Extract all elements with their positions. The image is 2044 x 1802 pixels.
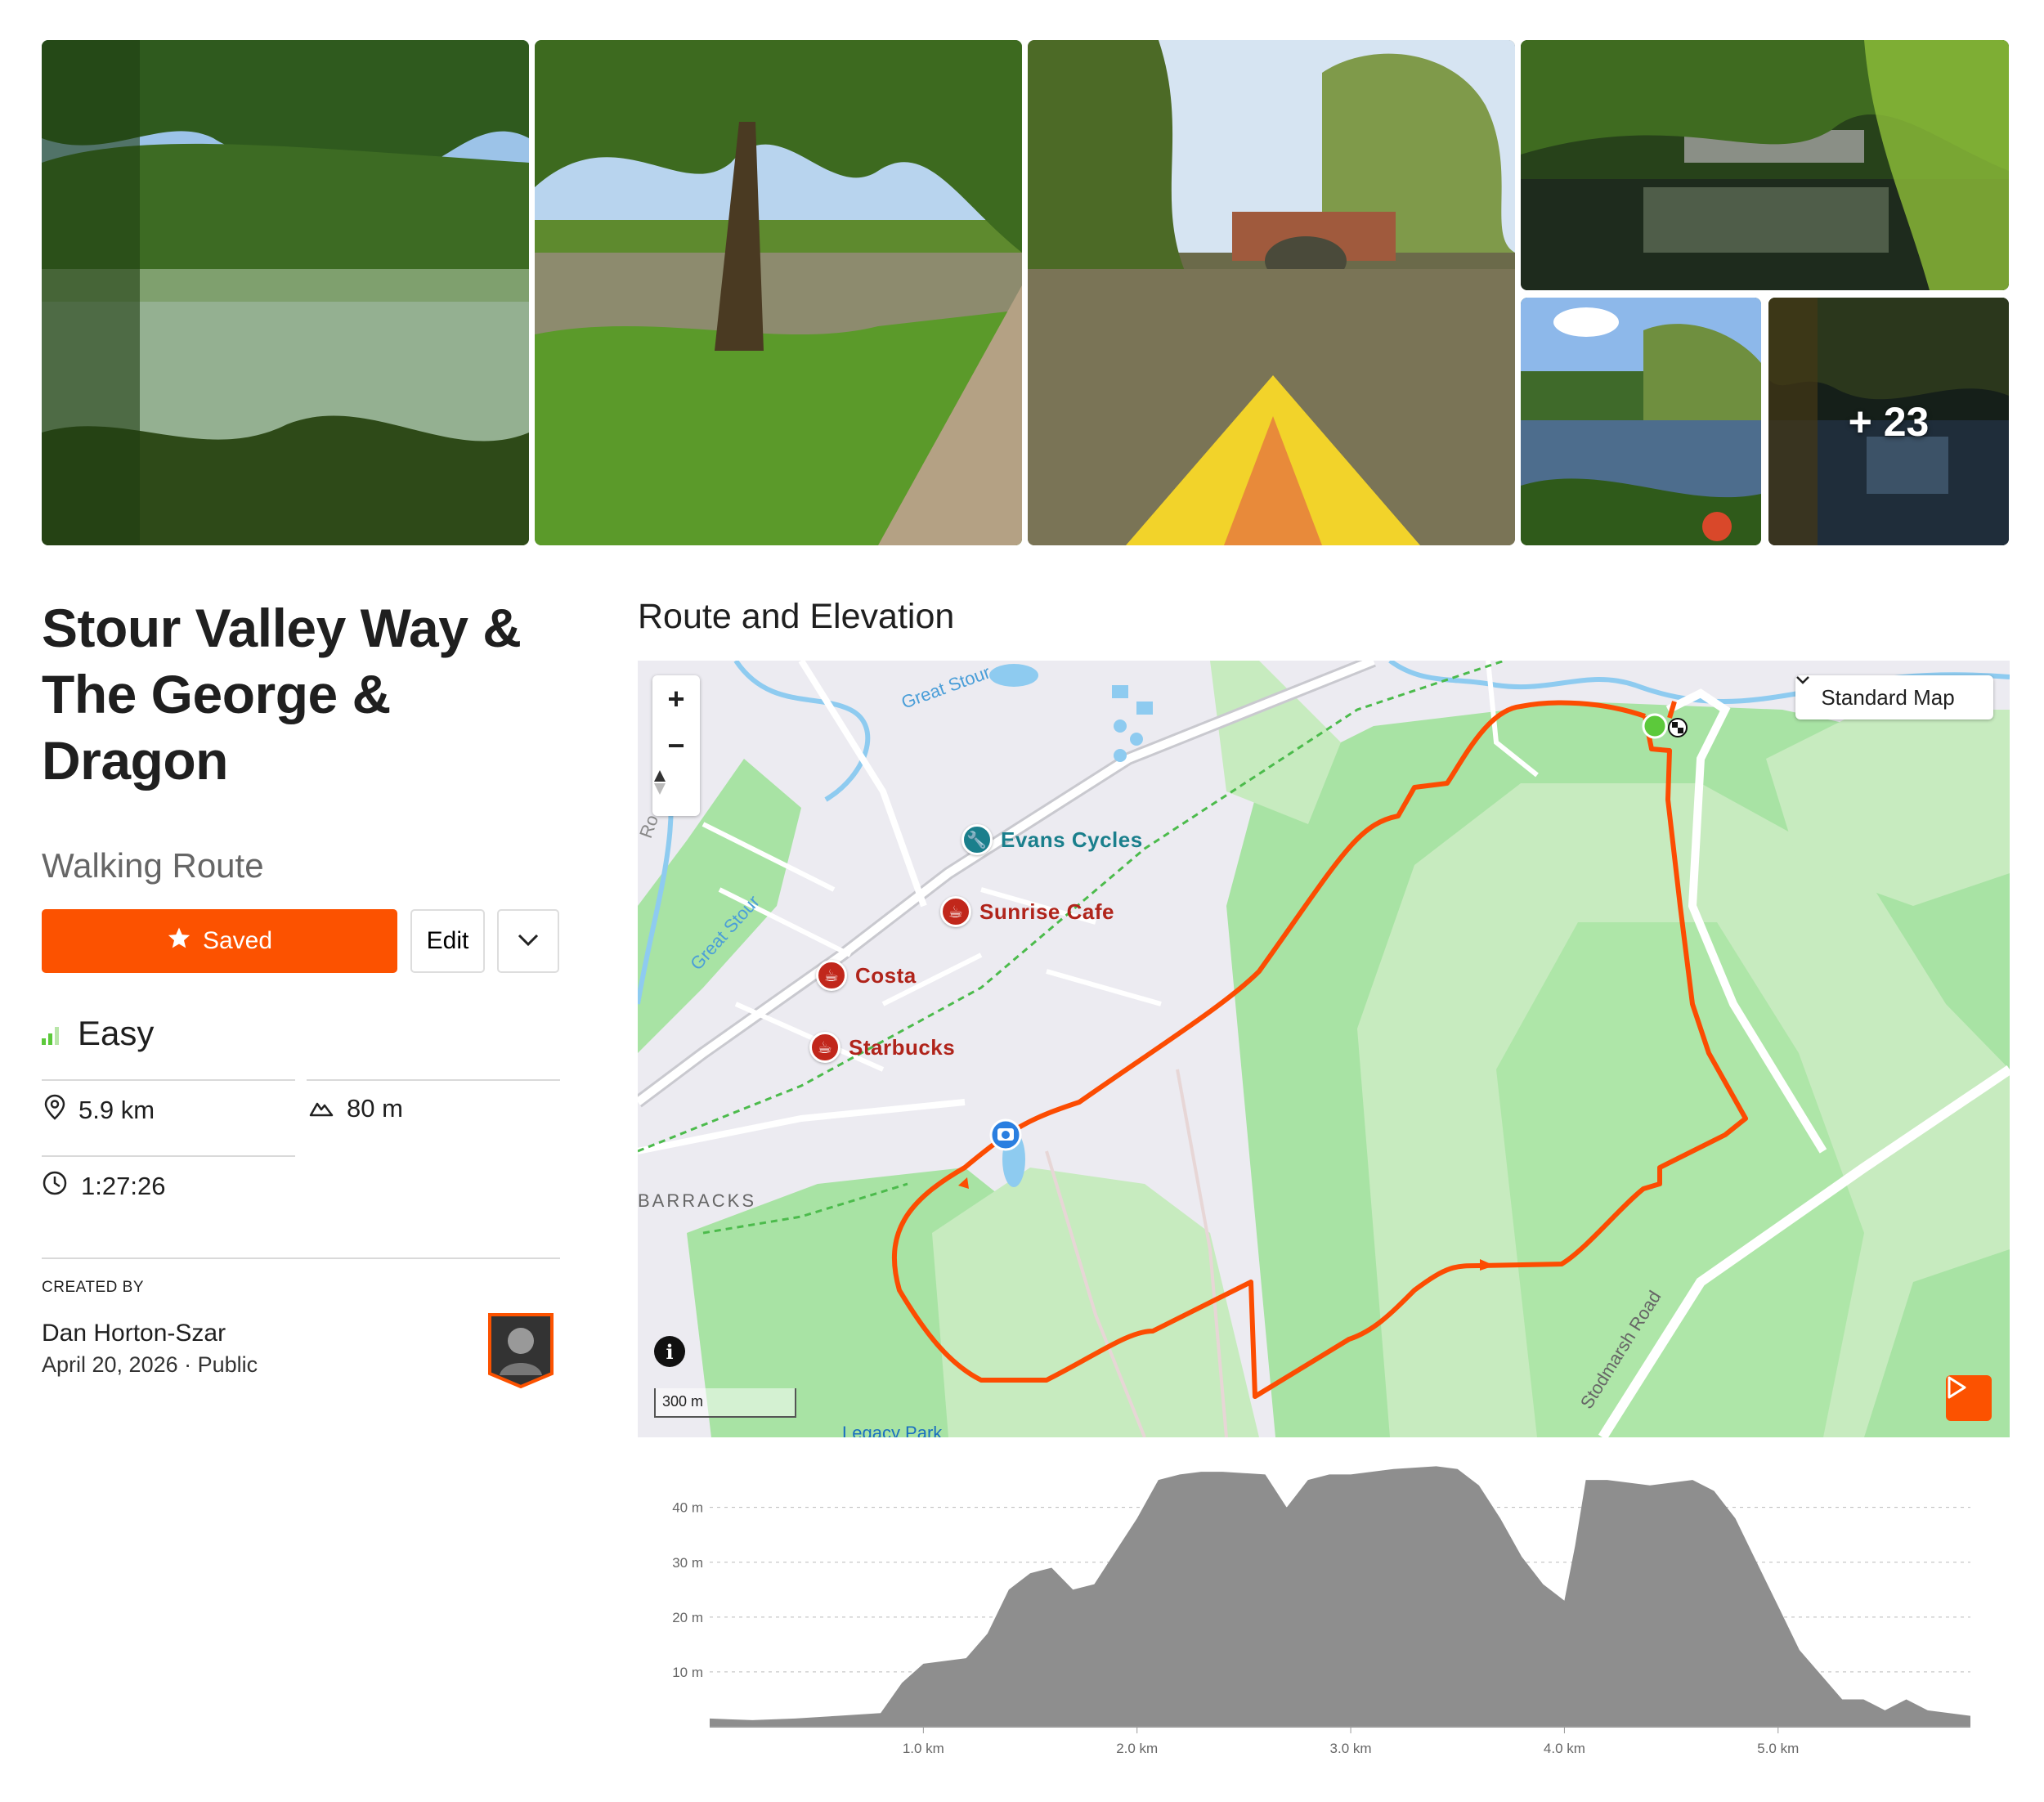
x-tick-label: 4.0 km [1544, 1741, 1585, 1756]
clock-icon [42, 1170, 68, 1203]
stats-divider-top-left [42, 1079, 295, 1081]
poi-sunrise-cafe[interactable]: ☕ Sunrise Cafe [940, 896, 1114, 927]
y-tick-label: 30 m [672, 1555, 703, 1571]
poi-costa[interactable]: ☕ Costa [816, 960, 917, 991]
gallery-photo-more[interactable]: + 23 [1768, 298, 2009, 545]
more-options-button[interactable] [497, 909, 559, 973]
elevation-stat: 80 m [309, 1094, 403, 1123]
coffee-cup-icon: ☕ [809, 1032, 840, 1063]
x-tick-label: 2.0 km [1116, 1741, 1158, 1756]
saved-button[interactable]: Saved [42, 909, 397, 973]
distance-stat: 5.9 km [44, 1094, 155, 1127]
saved-label: Saved [202, 927, 273, 954]
creator-divider [42, 1257, 560, 1259]
map-type-select[interactable]: Standard Map [1795, 675, 1993, 719]
play-flyover-button[interactable] [1946, 1375, 1992, 1421]
stats-divider-middle [42, 1155, 295, 1157]
elevation-area [710, 1466, 1970, 1727]
y-tick-label: 20 m [672, 1610, 703, 1625]
distance-value: 5.9 km [78, 1096, 155, 1124]
route-type: Walking Route [42, 846, 264, 885]
creation-date: April 20, 2026 [42, 1352, 178, 1377]
creator-name[interactable]: Dan Horton-Szar [42, 1320, 226, 1347]
avatar[interactable] [486, 1311, 555, 1389]
zoom-out-button[interactable]: − [652, 722, 700, 769]
map-type-label: Standard Map [1821, 684, 1955, 710]
gallery-photo-path[interactable] [535, 40, 1022, 545]
location-pin-icon [44, 1094, 65, 1127]
poi-evans-cycles[interactable]: 🔧 Evans Cycles [961, 824, 1143, 855]
park-label: Legacy Park [842, 1423, 943, 1437]
more-photos-count: + 23 [1848, 398, 1930, 445]
y-tick-label: 40 m [672, 1500, 703, 1516]
elevation-chart[interactable]: 10 m 20 m 30 m 40 m 1.0 km 2.0 km 3.0 km 4.0 km… [638, 1447, 2010, 1774]
gallery-photo-bridge[interactable] [1028, 40, 1515, 545]
elevation-plot: 10 m 20 m 30 m 40 m 1.0 km 2.0 km 3.0 km 4.0 km… [672, 1466, 1970, 1756]
map-scale: 300 m [654, 1388, 796, 1418]
y-tick-label: 10 m [672, 1665, 703, 1680]
compass-button[interactable] [652, 769, 700, 815]
map-info-button[interactable]: i [654, 1336, 685, 1367]
x-tick-label: 3.0 km [1330, 1741, 1372, 1756]
poi-label: Costa [855, 962, 917, 988]
difficulty-bars-icon [42, 1014, 61, 1053]
duration-value: 1:27:26 [81, 1172, 166, 1200]
mountain-icon [309, 1094, 334, 1123]
zoom-controls: + − [652, 675, 700, 816]
star-icon [167, 926, 191, 957]
wrench-icon: 🔧 [961, 824, 993, 855]
visibility: Public [197, 1352, 258, 1377]
meta-separator: · [184, 1352, 198, 1377]
stats-divider-top-right [307, 1079, 560, 1081]
x-tick-label: 5.0 km [1757, 1741, 1799, 1756]
coffee-cup-icon: ☕ [816, 960, 847, 991]
gallery-photo-lake[interactable] [42, 40, 529, 545]
edit-button[interactable]: Edit [410, 909, 485, 973]
zoom-in-button[interactable]: + [652, 675, 700, 722]
route-map[interactable]: + − Standard Map 🔧 Evans Cycles ☕ Sunris… [638, 661, 2010, 1437]
area-label-barracks: BARRACKS [638, 1190, 757, 1211]
route-title: Stour Valley Way & The George & Dragon [42, 598, 522, 791]
coffee-cup-icon: ☕ [940, 896, 971, 927]
duration-stat: 1:27:26 [42, 1170, 165, 1203]
gallery-photo-river-willow[interactable] [1521, 298, 1761, 545]
poi-starbucks[interactable]: ☕ Starbucks [809, 1032, 955, 1063]
difficulty-label: Easy [78, 1014, 155, 1052]
gallery-photo-river-footbridge[interactable] [1521, 40, 2009, 290]
chevron-down-icon [517, 933, 540, 950]
route-elevation-heading: Route and Elevation [638, 597, 955, 636]
poi-label: Sunrise Cafe [979, 899, 1114, 924]
elevation-value: 80 m [347, 1094, 403, 1123]
poi-label: Evans Cycles [1001, 827, 1143, 852]
created-by-label: CREATED BY [42, 1279, 145, 1296]
x-tick-label: 1.0 km [903, 1741, 944, 1756]
creator-meta: April 20, 2026 · Public [42, 1352, 258, 1378]
poi-label: Starbucks [849, 1034, 956, 1060]
difficulty-rating: Easy [42, 1014, 154, 1053]
